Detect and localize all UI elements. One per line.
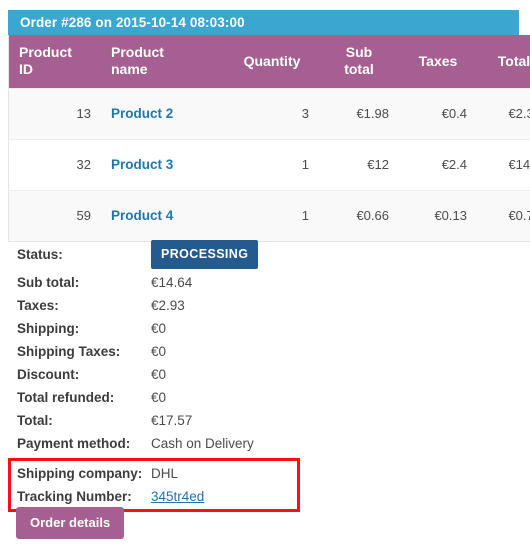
table-row: 13 Product 2 3 €1.98 €0.4 €2.38 Edit xyxy=(8,88,530,140)
table-row: 32 Product 3 1 €12 €2.4 €14.4 Edit xyxy=(8,139,530,191)
cell-taxes: €0.13 xyxy=(399,190,477,242)
shipping-company-label: Shipping company: xyxy=(17,466,143,481)
status-value-wrap: PROCESSING xyxy=(151,239,259,269)
summary-label: Shipping Taxes: xyxy=(17,344,121,359)
cell-product-name: Product 3 xyxy=(101,139,225,191)
column-header-total: Total xyxy=(477,35,530,89)
cell-total: €14.4 xyxy=(477,139,530,191)
cell-taxes: €0.4 xyxy=(399,88,477,140)
tracking-number-label: Tracking Number: xyxy=(17,489,132,504)
column-header-taxes: Taxes xyxy=(399,35,477,89)
order-items-table-head: Product ID Product name Quantity Sub tot… xyxy=(8,35,530,89)
summary-row-discount: Discount: €0 xyxy=(17,363,497,386)
summary-row-taxes: Taxes: €2.93 xyxy=(17,294,497,317)
table-header-row: Product ID Product name Quantity Sub tot… xyxy=(8,35,530,89)
summary-label: Total: xyxy=(17,413,53,428)
column-header-product-id-line1: Product xyxy=(19,44,72,60)
summary-row-total-refunded: Total refunded: €0 xyxy=(17,386,497,409)
column-header-sub-total-line2: total xyxy=(344,61,374,77)
product-link[interactable]: Product 4 xyxy=(111,208,173,223)
column-header-sub-total-line1: Sub xyxy=(345,44,373,60)
summary-label: Payment method: xyxy=(17,436,131,451)
cell-product-id: 59 xyxy=(8,190,101,242)
cell-sub-total: €12 xyxy=(319,139,399,191)
summary-label: Sub total: xyxy=(17,275,80,290)
column-header-product-name-line2: name xyxy=(111,61,148,77)
cell-product-id: 32 xyxy=(8,139,101,191)
summary-row-status: Status: PROCESSING xyxy=(17,237,497,271)
order-summary-page: Order #286 on 2015-10-14 08:03:00 Produc… xyxy=(0,0,530,556)
summary-label: Taxes: xyxy=(17,298,59,313)
summary-label: Shipping: xyxy=(17,321,80,336)
summary-row-payment-method: Payment method: Cash on Delivery xyxy=(17,432,497,455)
order-panel: Order #286 on 2015-10-14 08:03:00 Produc… xyxy=(8,10,530,242)
tracking-number-value-wrap: 345tr4ed xyxy=(151,485,204,508)
cell-quantity: 1 xyxy=(225,139,319,191)
shipping-info-block: Shipping company: DHL Tracking Number: 3… xyxy=(17,462,497,508)
summary-row-shipping-taxes: Shipping Taxes: €0 xyxy=(17,340,497,363)
column-header-product-id-line2: ID xyxy=(19,61,33,77)
summary-row-shipping-company: Shipping company: DHL xyxy=(17,462,497,485)
order-items-table-body: 13 Product 2 3 €1.98 €0.4 €2.38 Edit 32 xyxy=(8,88,530,242)
tracking-number-link[interactable]: 345tr4ed xyxy=(151,489,204,504)
order-title-bar: Order #286 on 2015-10-14 08:03:00 xyxy=(8,10,519,35)
shipping-company-value: DHL xyxy=(151,466,179,481)
summary-value: €0 xyxy=(151,367,167,382)
column-header-quantity: Quantity xyxy=(225,35,319,89)
table-row: 59 Product 4 1 €0.66 €0.13 €0.79 Edit xyxy=(8,190,530,242)
summary-value: €0 xyxy=(151,390,167,405)
cell-product-name: Product 4 xyxy=(101,190,225,242)
summary-value: €17.57 xyxy=(151,413,193,428)
status-badge: PROCESSING xyxy=(151,239,259,269)
cell-sub-total: €0.66 xyxy=(319,190,399,242)
summary-value: Cash on Delivery xyxy=(151,436,254,451)
summary-value: €0 xyxy=(151,344,167,359)
summary-row-sub-total: Sub total: €14.64 xyxy=(17,271,497,294)
cell-total: €2.38 xyxy=(477,88,530,140)
column-header-sub-total: Sub total xyxy=(319,35,399,89)
column-header-product-name-line1: Product xyxy=(111,44,164,60)
summary-row-tracking-number: Tracking Number: 345tr4ed xyxy=(17,485,497,508)
column-header-product-id: Product ID xyxy=(8,35,101,89)
cell-product-id: 13 xyxy=(8,88,101,140)
product-link[interactable]: Product 2 xyxy=(111,106,173,121)
cell-total: €0.79 xyxy=(477,190,530,242)
summary-label: Discount: xyxy=(17,367,80,382)
summary-value: €14.64 xyxy=(151,275,193,290)
cell-sub-total: €1.98 xyxy=(319,88,399,140)
cell-taxes: €2.4 xyxy=(399,139,477,191)
cell-quantity: 1 xyxy=(225,190,319,242)
summary-value: €2.93 xyxy=(151,298,185,313)
product-link[interactable]: Product 3 xyxy=(111,157,173,172)
cell-product-name: Product 2 xyxy=(101,88,225,140)
order-details-button[interactable]: Order details xyxy=(16,507,125,539)
order-summary-list: Status: PROCESSING Sub total: €14.64 Tax… xyxy=(17,237,497,455)
summary-value: €0 xyxy=(151,321,167,336)
cell-quantity: 3 xyxy=(225,88,319,140)
summary-label: Total refunded: xyxy=(17,390,115,405)
summary-row-total: Total: €17.57 xyxy=(17,409,497,432)
order-items-table: Product ID Product name Quantity Sub tot… xyxy=(8,35,530,242)
summary-row-shipping: Shipping: €0 xyxy=(17,317,497,340)
column-header-product-name: Product name xyxy=(101,35,225,89)
status-label: Status: xyxy=(17,246,63,262)
